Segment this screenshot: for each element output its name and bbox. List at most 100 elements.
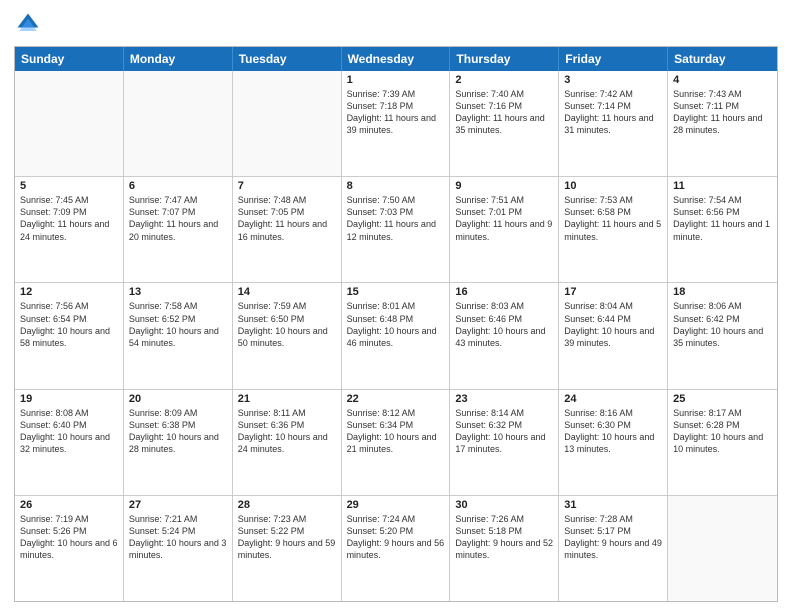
day-info: Sunrise: 7:56 AM Sunset: 6:54 PM Dayligh…: [20, 300, 118, 349]
day-number: 15: [347, 286, 445, 298]
calendar-week-4: 19 Sunrise: 8:08 AM Sunset: 6:40 PM Dayli…: [15, 390, 777, 496]
day-number: 28: [238, 499, 336, 511]
day-cell-4: 4 Sunrise: 7:43 AM Sunset: 7:11 PM Daylig…: [668, 71, 777, 176]
day-cell-22: 22 Sunrise: 8:12 AM Sunset: 6:34 PM Dayli…: [342, 390, 451, 495]
day-cell-25: 25 Sunrise: 8:17 AM Sunset: 6:28 PM Dayli…: [668, 390, 777, 495]
weekday-header-tuesday: Tuesday: [233, 47, 342, 71]
day-info: Sunrise: 7:45 AM Sunset: 7:09 PM Dayligh…: [20, 194, 118, 243]
page-container: SundayMondayTuesdayWednesdayThursdayFrid…: [0, 0, 792, 612]
day-number: 25: [673, 393, 772, 405]
day-cell-19: 19 Sunrise: 8:08 AM Sunset: 6:40 PM Dayli…: [15, 390, 124, 495]
day-info: Sunrise: 8:12 AM Sunset: 6:34 PM Dayligh…: [347, 407, 445, 456]
day-cell-5: 5 Sunrise: 7:45 AM Sunset: 7:09 PM Daylig…: [15, 177, 124, 282]
day-info: Sunrise: 7:59 AM Sunset: 6:50 PM Dayligh…: [238, 300, 336, 349]
day-number: 11: [673, 180, 772, 192]
day-number: 18: [673, 286, 772, 298]
day-number: 4: [673, 74, 772, 86]
day-number: 21: [238, 393, 336, 405]
weekday-header-friday: Friday: [559, 47, 668, 71]
day-number: 31: [564, 499, 662, 511]
day-cell-7: 7 Sunrise: 7:48 AM Sunset: 7:05 PM Daylig…: [233, 177, 342, 282]
calendar-body: 1Sunrise: 7:39 AM Sunset: 7:18 PM Daylig…: [15, 71, 777, 601]
day-cell-23: 23 Sunrise: 8:14 AM Sunset: 6:32 PM Dayli…: [450, 390, 559, 495]
day-info: Sunrise: 8:06 AM Sunset: 6:42 PM Dayligh…: [673, 300, 772, 349]
day-number: 7: [238, 180, 336, 192]
day-info: Sunrise: 7:47 AM Sunset: 7:07 PM Dayligh…: [129, 194, 227, 243]
empty-cell: [124, 71, 233, 176]
day-cell-3: 3 Sunrise: 7:42 AM Sunset: 7:14 PM Daylig…: [559, 71, 668, 176]
day-cell-10: 10 Sunrise: 7:53 AM Sunset: 6:58 PM Dayli…: [559, 177, 668, 282]
day-info: Sunrise: 7:54 AM Sunset: 6:56 PM Dayligh…: [673, 194, 772, 243]
day-number: 2: [455, 74, 553, 86]
calendar-week-2: 5 Sunrise: 7:45 AM Sunset: 7:09 PM Daylig…: [15, 177, 777, 283]
day-cell-28: 28 Sunrise: 7:23 AM Sunset: 5:22 PM Dayli…: [233, 496, 342, 601]
day-cell-27: 27 Sunrise: 7:21 AM Sunset: 5:24 PM Dayli…: [124, 496, 233, 601]
day-cell-11: 11 Sunrise: 7:54 AM Sunset: 6:56 PM Dayli…: [668, 177, 777, 282]
weekday-header-wednesday: Wednesday: [342, 47, 451, 71]
day-info: Sunrise: 7:43 AM Sunset: 7:11 PM Dayligh…: [673, 88, 772, 137]
day-info: Sunrise: 7:42 AM Sunset: 7:14 PM Dayligh…: [564, 88, 662, 137]
day-number: 22: [347, 393, 445, 405]
day-info: Sunrise: 8:11 AM Sunset: 6:36 PM Dayligh…: [238, 407, 336, 456]
day-info: Sunrise: 7:48 AM Sunset: 7:05 PM Dayligh…: [238, 194, 336, 243]
calendar-week-5: 26 Sunrise: 7:19 AM Sunset: 5:26 PM Dayli…: [15, 496, 777, 601]
day-number: 16: [455, 286, 553, 298]
day-info: Sunrise: 8:14 AM Sunset: 6:32 PM Dayligh…: [455, 407, 553, 456]
day-number: 8: [347, 180, 445, 192]
day-cell-26: 26 Sunrise: 7:19 AM Sunset: 5:26 PM Dayli…: [15, 496, 124, 601]
day-cell-16: 16 Sunrise: 8:03 AM Sunset: 6:46 PM Dayli…: [450, 283, 559, 388]
day-number: 3: [564, 74, 662, 86]
day-number: 26: [20, 499, 118, 511]
day-info: Sunrise: 8:17 AM Sunset: 6:28 PM Dayligh…: [673, 407, 772, 456]
day-info: Sunrise: 7:53 AM Sunset: 6:58 PM Dayligh…: [564, 194, 662, 243]
day-cell-1: 1Sunrise: 7:39 AM Sunset: 7:18 PM Daylig…: [342, 71, 451, 176]
day-info: Sunrise: 8:03 AM Sunset: 6:46 PM Dayligh…: [455, 300, 553, 349]
day-number: 23: [455, 393, 553, 405]
day-cell-29: 29Sunrise: 7:24 AM Sunset: 5:20 PM Dayli…: [342, 496, 451, 601]
day-cell-13: 13Sunrise: 7:58 AM Sunset: 6:52 PM Dayli…: [124, 283, 233, 388]
day-info: Sunrise: 7:58 AM Sunset: 6:52 PM Dayligh…: [129, 300, 227, 349]
day-number: 17: [564, 286, 662, 298]
logo-icon: [14, 10, 42, 38]
day-cell-21: 21 Sunrise: 8:11 AM Sunset: 6:36 PM Dayli…: [233, 390, 342, 495]
day-info: Sunrise: 7:21 AM Sunset: 5:24 PM Dayligh…: [129, 513, 227, 562]
day-cell-14: 14Sunrise: 7:59 AM Sunset: 6:50 PM Dayli…: [233, 283, 342, 388]
empty-cell: [668, 496, 777, 601]
day-number: 10: [564, 180, 662, 192]
day-info: Sunrise: 8:01 AM Sunset: 6:48 PM Dayligh…: [347, 300, 445, 349]
calendar: SundayMondayTuesdayWednesdayThursdayFrid…: [14, 46, 778, 602]
day-number: 6: [129, 180, 227, 192]
weekday-header-sunday: Sunday: [15, 47, 124, 71]
day-number: 20: [129, 393, 227, 405]
day-cell-17: 17 Sunrise: 8:04 AM Sunset: 6:44 PM Dayli…: [559, 283, 668, 388]
day-info: Sunrise: 8:04 AM Sunset: 6:44 PM Dayligh…: [564, 300, 662, 349]
day-number: 5: [20, 180, 118, 192]
day-number: 1: [347, 74, 445, 86]
logo: [14, 10, 46, 38]
day-cell-15: 15 Sunrise: 8:01 AM Sunset: 6:48 PM Dayli…: [342, 283, 451, 388]
day-cell-30: 30Sunrise: 7:26 AM Sunset: 5:18 PM Dayli…: [450, 496, 559, 601]
day-cell-24: 24Sunrise: 8:16 AM Sunset: 6:30 PM Dayli…: [559, 390, 668, 495]
calendar-week-3: 12 Sunrise: 7:56 AM Sunset: 6:54 PM Dayli…: [15, 283, 777, 389]
empty-cell: [15, 71, 124, 176]
day-cell-2: 2 Sunrise: 7:40 AM Sunset: 7:16 PM Daylig…: [450, 71, 559, 176]
day-info: Sunrise: 7:19 AM Sunset: 5:26 PM Dayligh…: [20, 513, 118, 562]
day-info: Sunrise: 7:40 AM Sunset: 7:16 PM Dayligh…: [455, 88, 553, 137]
day-number: 27: [129, 499, 227, 511]
day-info: Sunrise: 8:09 AM Sunset: 6:38 PM Dayligh…: [129, 407, 227, 456]
day-number: 30: [455, 499, 553, 511]
day-info: Sunrise: 8:08 AM Sunset: 6:40 PM Dayligh…: [20, 407, 118, 456]
day-cell-12: 12 Sunrise: 7:56 AM Sunset: 6:54 PM Dayli…: [15, 283, 124, 388]
day-cell-6: 6 Sunrise: 7:47 AM Sunset: 7:07 PM Daylig…: [124, 177, 233, 282]
weekday-header-thursday: Thursday: [450, 47, 559, 71]
day-info: Sunrise: 7:23 AM Sunset: 5:22 PM Dayligh…: [238, 513, 336, 562]
empty-cell: [233, 71, 342, 176]
day-number: 29: [347, 499, 445, 511]
day-info: Sunrise: 7:51 AM Sunset: 7:01 PM Dayligh…: [455, 194, 553, 243]
day-number: 12: [20, 286, 118, 298]
day-cell-20: 20 Sunrise: 8:09 AM Sunset: 6:38 PM Dayli…: [124, 390, 233, 495]
day-number: 19: [20, 393, 118, 405]
day-cell-31: 31Sunrise: 7:28 AM Sunset: 5:17 PM Dayli…: [559, 496, 668, 601]
day-info: Sunrise: 7:50 AM Sunset: 7:03 PM Dayligh…: [347, 194, 445, 243]
day-cell-9: 9Sunrise: 7:51 AM Sunset: 7:01 PM Daylig…: [450, 177, 559, 282]
